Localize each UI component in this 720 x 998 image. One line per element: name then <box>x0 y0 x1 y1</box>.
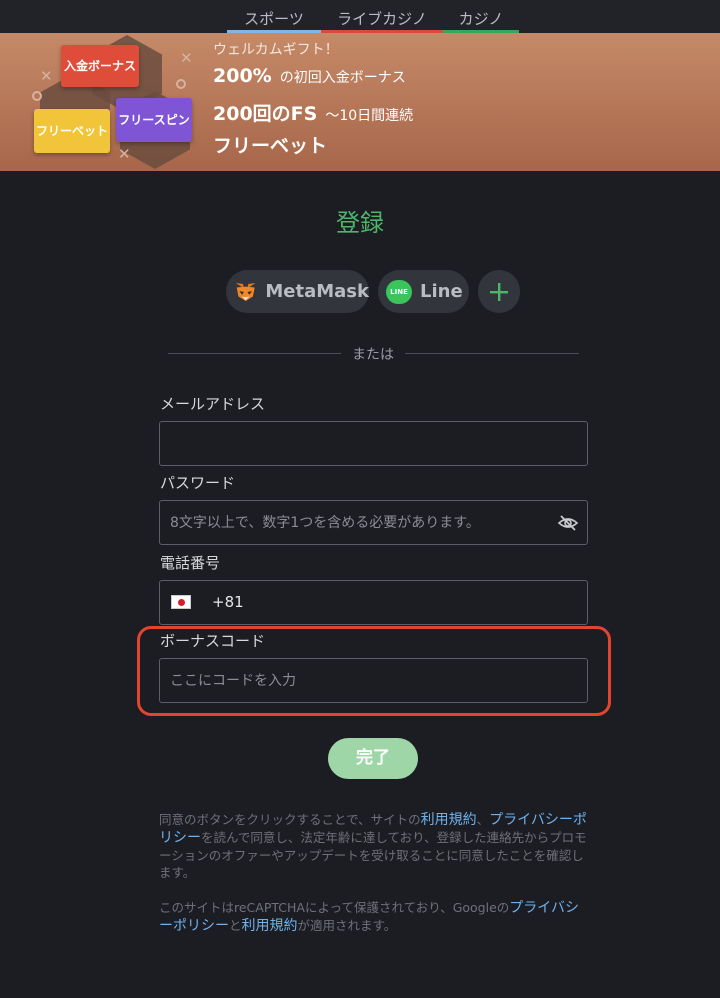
password-label: パスワード <box>160 474 236 492</box>
bonus-code-field-wrapper <box>159 658 588 703</box>
consent-sep: 、 <box>476 812 490 827</box>
email-field-wrapper <box>159 421 588 466</box>
line-label: Line <box>420 281 463 302</box>
terms-link[interactable]: 利用規約 <box>421 812 477 828</box>
freespin-tag: フリースピン <box>116 98 192 142</box>
tab-live-casino[interactable]: ライブカジノ <box>321 0 443 33</box>
email-label: メールアドレス <box>160 395 266 413</box>
bonus-code-label: ボーナスコード <box>160 632 266 650</box>
google-terms-link[interactable]: 利用規約 <box>242 918 298 934</box>
password-field-wrapper <box>159 500 588 545</box>
password-field[interactable] <box>160 501 587 544</box>
japan-flag-icon[interactable] <box>171 595 191 609</box>
banner-deposit-percent: 200% <box>213 65 272 87</box>
circle-decoration <box>32 91 42 101</box>
banner-welcome: ウェルカムギフト！ <box>213 42 339 58</box>
tab-casino[interactable]: カジノ <box>443 0 519 33</box>
freebet-tag: フリーベット <box>34 109 110 153</box>
divider-left <box>168 353 341 354</box>
phone-field[interactable]: +81 <box>159 580 588 625</box>
tab-casino-label: カジノ <box>458 10 504 28</box>
x-decoration: ✕ <box>118 145 131 163</box>
phone-country-code: +81 <box>212 593 244 611</box>
consent-text: 同意のボタンをクリックすることで、サイトの利用規約、プライバシーポリシーを読んで… <box>159 811 589 881</box>
banner-line-freebet: フリーベット <box>213 131 327 158</box>
tab-live-casino-label: ライブカジノ <box>337 10 427 28</box>
recaptcha-text-part1: このサイトはreCAPTCHAによって保護されており、Googleの <box>159 900 510 915</box>
tab-sports[interactable]: スポーツ <box>227 0 321 33</box>
recaptcha-text-part2: が適用されます。 <box>297 918 397 933</box>
divider-right <box>405 353 579 354</box>
eye-slash-icon[interactable] <box>557 512 579 534</box>
circle-decoration <box>176 79 186 89</box>
banner-line-deposit: 200% の初回入金ボーナス <box>213 65 406 87</box>
banner-deposit-text: の初回入金ボーナス <box>279 70 406 86</box>
phone-label: 電話番号 <box>160 554 221 572</box>
submit-button[interactable]: 完了 <box>328 738 418 779</box>
or-separator: または <box>352 347 394 363</box>
banner-freespins-count: 200回のFS <box>213 103 318 125</box>
banner-freebet: フリーベット <box>213 135 328 157</box>
bonus-code-input[interactable] <box>160 659 587 702</box>
page-title: 登録 <box>336 209 384 237</box>
fox-icon <box>235 282 256 301</box>
deposit-bonus-tag: 入金ボーナス <box>61 45 139 87</box>
welcome-banner[interactable]: ✕ ✕ ✕ 入金ボーナス フリーベット フリースピン ウェルカムギフト！ 200… <box>0 33 720 171</box>
more-login-options-button[interactable] <box>478 270 520 313</box>
email-field[interactable] <box>160 422 587 465</box>
category-tabs: スポーツ ライブカジノ カジノ <box>0 0 720 33</box>
tab-sports-label: スポーツ <box>244 10 304 28</box>
consent-text-part2: を読んで同意し、法定年齢に達しており、登録した連絡先からプロモーションのオファー… <box>159 830 587 880</box>
recaptcha-text: このサイトはreCAPTCHAによって保護されており、Googleのプライバシー… <box>159 899 589 935</box>
consent-text-part1: 同意のボタンをクリックすることで、サイトの <box>159 812 421 827</box>
plus-icon <box>490 282 508 301</box>
banner-freespins-text: ～10日間連続 <box>325 108 414 124</box>
x-decoration: ✕ <box>180 49 193 67</box>
recaptcha-and: と <box>229 918 242 933</box>
x-decoration: ✕ <box>40 67 53 85</box>
metamask-label: MetaMask <box>265 281 369 302</box>
line-icon: LINE <box>386 279 412 304</box>
line-login-button[interactable]: LINE Line <box>378 270 469 313</box>
metamask-login-button[interactable]: MetaMask <box>226 270 369 313</box>
banner-line-freespins: 200回のFS ～10日間連続 <box>213 99 413 126</box>
